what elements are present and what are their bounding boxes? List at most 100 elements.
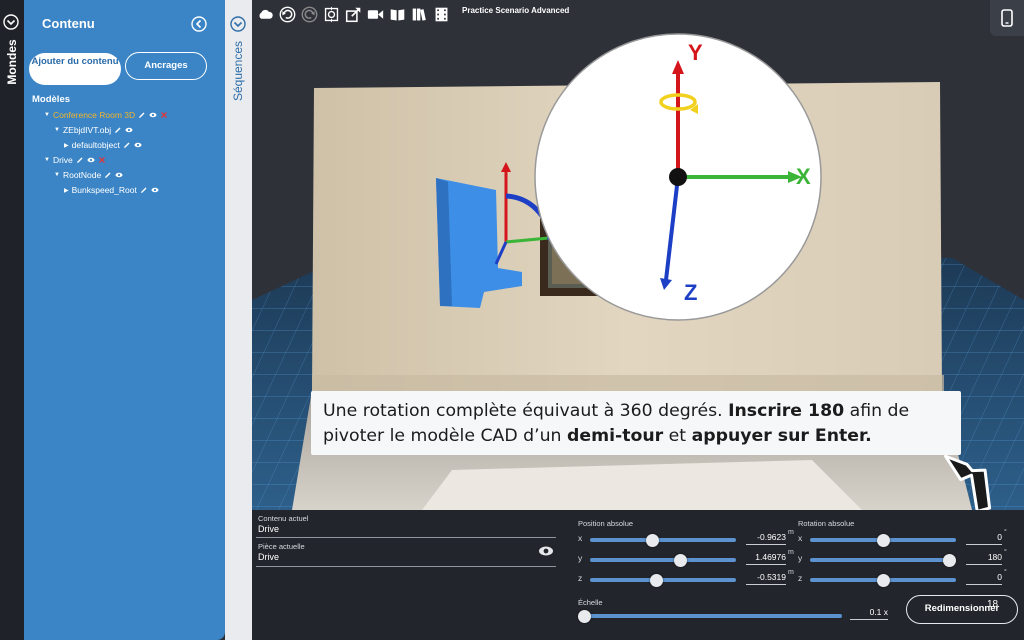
current-content-label: Contenu actuel [258,514,309,523]
mondes-chevron-down-icon[interactable] [3,14,19,30]
position-value-field[interactable]: 1.46976 [746,552,786,565]
position-value-field[interactable]: -0.9623 [746,532,786,545]
cloud-icon [259,9,273,19]
position-slider-thumb[interactable] [649,574,663,587]
scale-slider[interactable] [578,614,842,618]
visibility-eye-icon[interactable] [538,545,554,557]
position-unit: m [788,549,794,556]
undo-button[interactable] [278,5,297,24]
video-button[interactable] [366,5,385,24]
rotation-axis-label: y [798,553,803,563]
rotation-unit: ° [1004,569,1007,576]
caret-right-icon[interactable]: ▶ [64,142,69,149]
instruction-bold-3: appuyer sur Enter. [691,426,872,446]
rotation-slider-thumb[interactable] [876,574,890,587]
app-root: Y X Z Practice Scenario Advanced Une rot… [0,0,1024,640]
caret-down-icon[interactable]: ▼ [44,157,50,163]
redo-icon [301,6,318,22]
tree-item-drive[interactable]: ▼ Drive [44,155,106,165]
position-title: Position absolue [578,519,634,528]
rotation-slider[interactable] [810,558,956,562]
position-slider-thumb[interactable] [645,534,659,547]
focus-icon [324,6,339,22]
mondes-label[interactable]: Mondes [5,30,19,94]
caret-down-icon[interactable]: ▼ [44,112,50,118]
gizmo-z-label: Z [684,280,697,305]
resize-button[interactable]: Redimensionner [906,595,1018,624]
share-icon [345,7,361,22]
device-preview-button[interactable] [990,0,1024,36]
delete-icon[interactable] [160,111,168,119]
position-slider[interactable] [590,538,736,542]
share-button[interactable] [344,5,363,24]
pencil-icon[interactable] [76,156,84,164]
pencil-icon[interactable] [114,126,122,134]
instruction-tooltip: Une rotation complète équivaut à 360 deg… [311,391,961,455]
position-slider[interactable] [590,558,736,562]
tree-item-defaultobject[interactable]: ▶ defaultobject [64,140,142,150]
tree-item-bunkspeed[interactable]: ▶ Bunkspeed_Root [64,185,159,195]
properties-panel: Contenu actuel Drive Pièce actuelle Driv… [252,510,1024,640]
eye-icon[interactable] [125,126,133,134]
sequences-label[interactable]: Séquences [231,36,245,106]
current-part-value: Drive [258,552,280,562]
eye-icon[interactable] [149,111,157,119]
collapse-chevron-left-icon[interactable] [191,16,207,32]
cloud-button[interactable] [256,5,275,24]
add-content-button[interactable]: Ajouter du contenu [29,53,121,85]
rotation-value-field[interactable]: 180 [966,552,1002,565]
position-slider-thumb[interactable] [673,554,687,567]
current-content-value: Drive [258,524,280,534]
models-title: Modèles [32,94,71,105]
current-content-underline [256,537,556,538]
library-icon [412,8,426,21]
tree-item-zebj[interactable]: ▼ ZEbjdIVT.obj [54,125,133,135]
current-part-label: Pièce actuelle [258,542,305,551]
book-icon [390,8,405,20]
tree-item-label: ZEbjdIVT.obj [62,125,112,135]
scale-value-field[interactable]: 0.1 x [850,607,888,620]
scale-title: Échelle [578,598,603,607]
tree-item-rootnode[interactable]: ▼ RootNode [54,170,123,180]
instruction-bold-2: demi-tour [567,426,664,446]
rotation-value-field[interactable]: 0 [966,572,1002,585]
instruction-bold-1: Inscrire 180 [728,401,845,421]
library-button[interactable] [410,5,429,24]
scale-slider-thumb[interactable] [578,610,591,623]
anchors-button[interactable]: Ancrages [125,52,207,80]
caret-down-icon[interactable]: ▼ [54,172,60,178]
caret-down-icon[interactable]: ▼ [54,127,60,133]
rotation-slider-thumb[interactable] [943,554,956,567]
tree-item-label: defaultobject [71,140,120,150]
focus-button[interactable] [322,5,341,24]
pencil-icon[interactable] [140,186,148,194]
position-unit: m [788,569,794,576]
eye-icon[interactable] [151,186,159,194]
rotation-title: Rotation absolue [798,519,855,528]
instruction-text-3: et [663,426,692,446]
delete-icon[interactable] [98,156,106,164]
rotation-value-field[interactable]: 0 [966,532,1002,545]
gizmo-y-label: Y [688,40,703,65]
sequences-chevron-down-icon[interactable] [230,16,246,32]
rotation-slider-thumb[interactable] [876,534,890,547]
gizmo-origin [669,168,687,186]
eye-icon[interactable] [115,171,123,179]
pencil-icon[interactable] [138,111,146,119]
film-button[interactable] [432,5,451,24]
rotation-axis-label: x [798,533,803,543]
tree-item-conference-room[interactable]: ▼ Conference Room 3D [44,110,168,120]
rotation-axis-label: z [798,573,803,583]
tree-item-label: Conference Room 3D [52,110,136,120]
pencil-icon[interactable] [123,141,131,149]
caret-right-icon[interactable]: ▶ [64,187,69,194]
book-button[interactable] [388,5,407,24]
redo-button[interactable] [300,5,319,24]
eye-icon[interactable] [87,156,95,164]
pencil-icon[interactable] [104,171,112,179]
eye-icon[interactable] [134,141,142,149]
top-toolbar: Practice Scenario Advanced [256,3,569,25]
position-slider[interactable] [590,578,736,582]
current-part-underline [256,566,556,567]
position-value-field[interactable]: -0.5319 [746,572,786,585]
